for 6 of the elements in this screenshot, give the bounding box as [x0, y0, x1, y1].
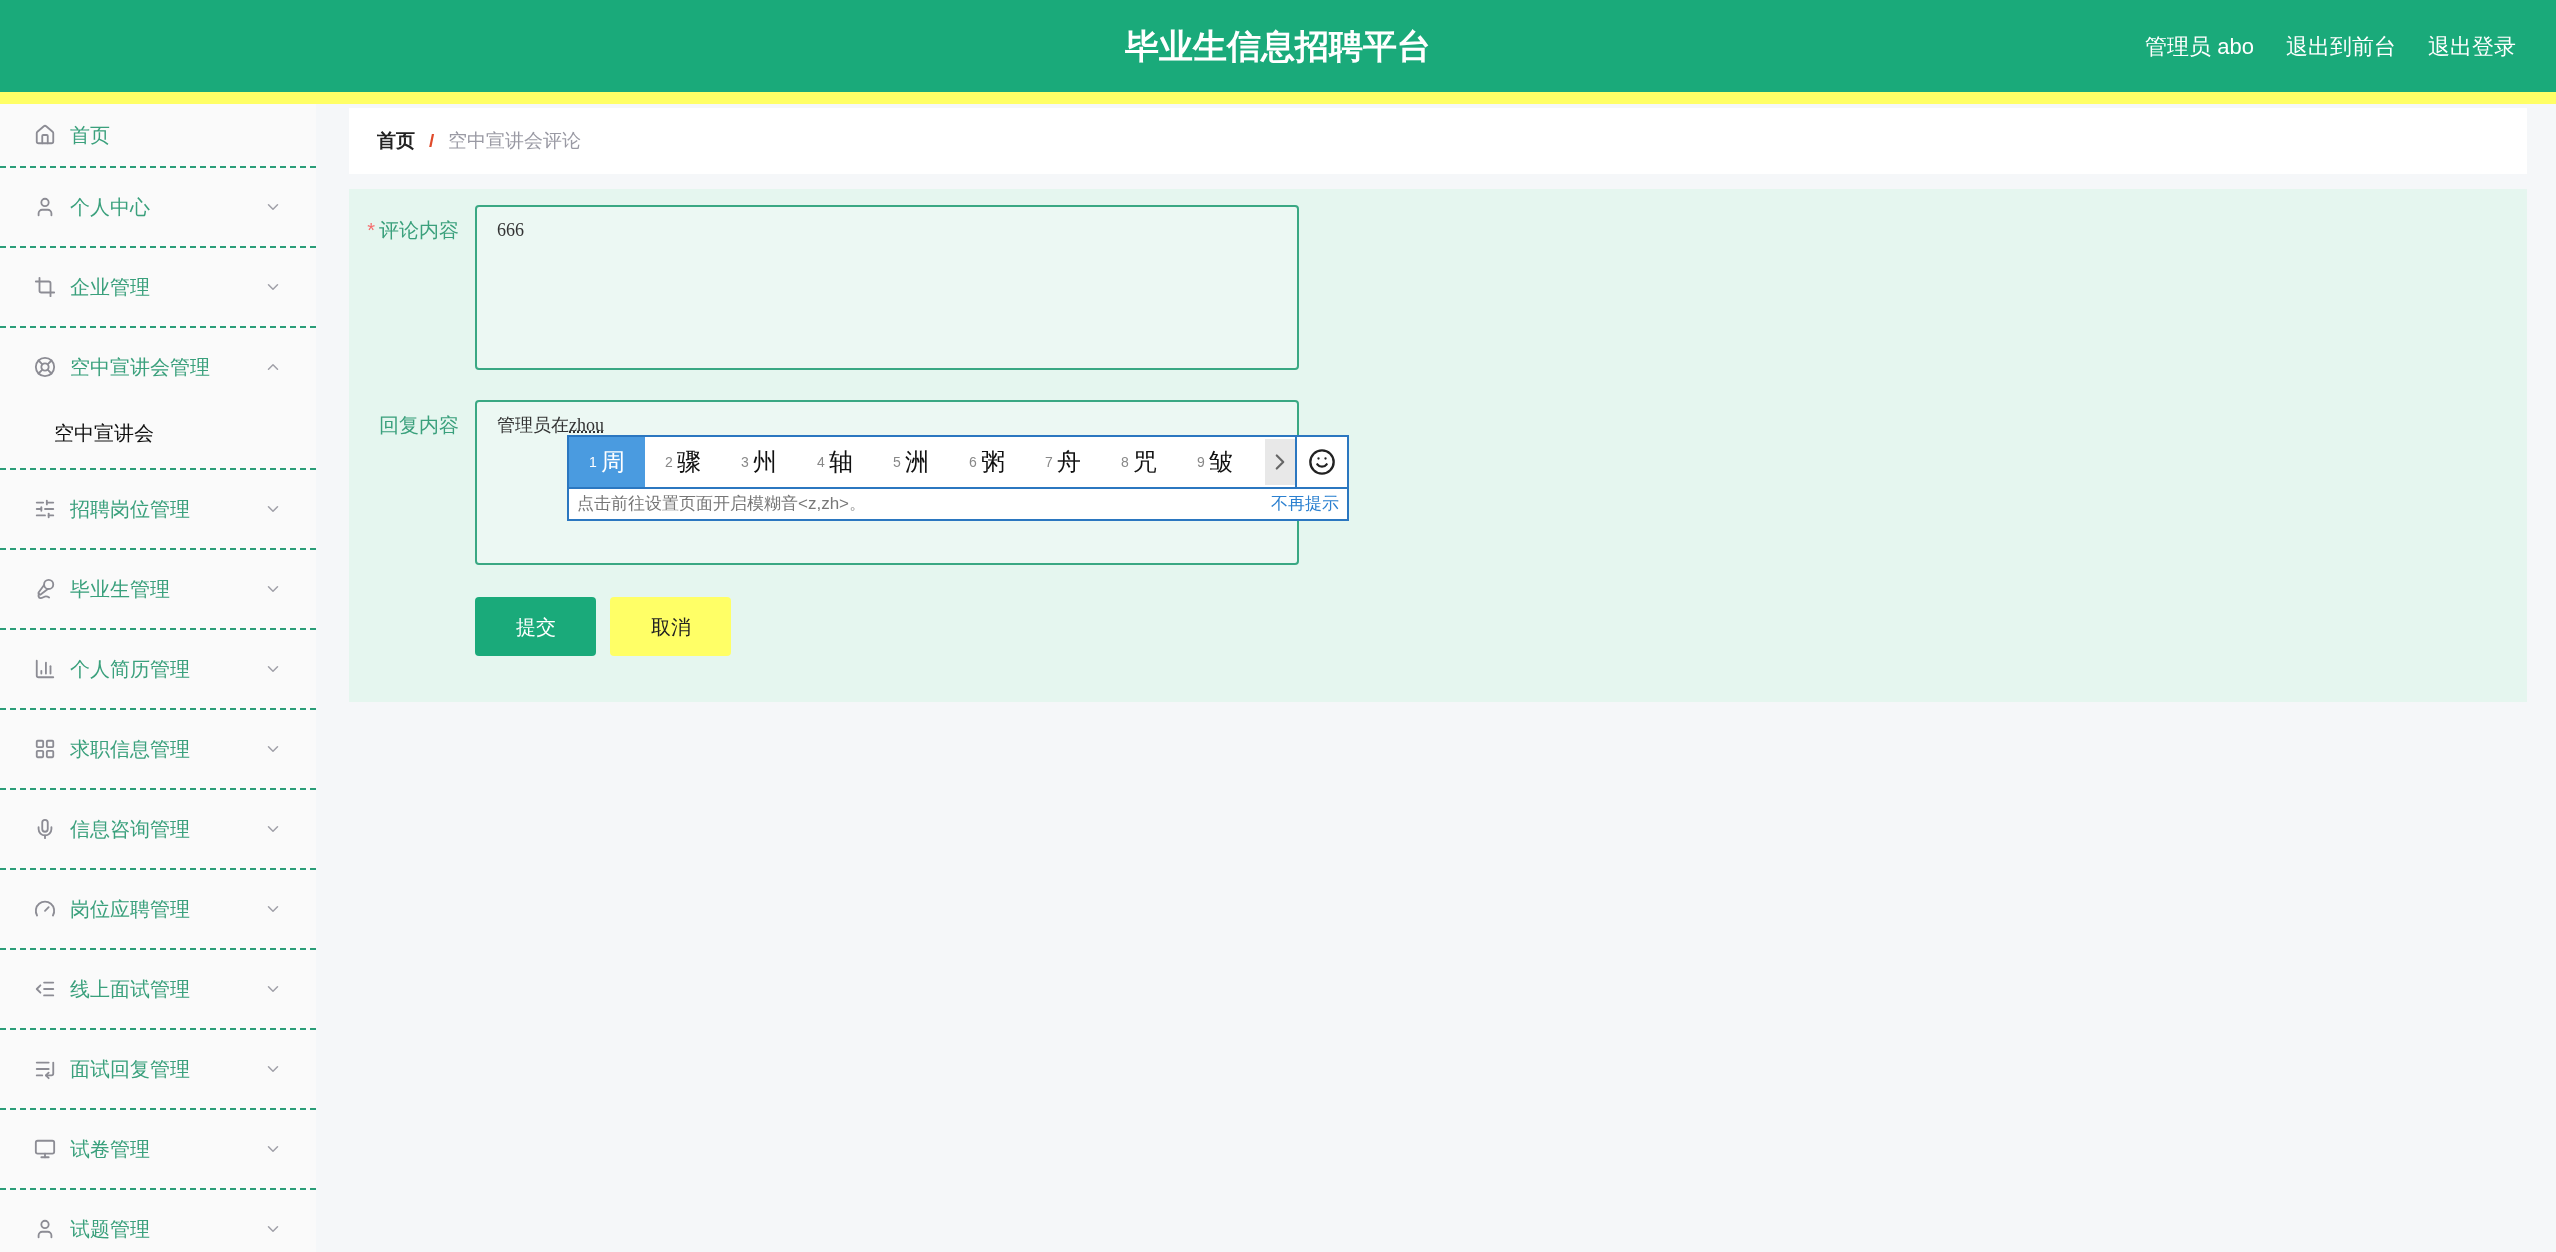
user-label: 管理员 abo — [2145, 32, 2254, 61]
breadcrumb-separator: / — [429, 128, 435, 153]
site-title: 毕业生信息招聘平台 — [1125, 25, 1431, 67]
field-label: 回复内容 — [379, 413, 459, 438]
required-mark: * — [367, 218, 375, 243]
field-label: 评论内容 — [379, 218, 459, 243]
